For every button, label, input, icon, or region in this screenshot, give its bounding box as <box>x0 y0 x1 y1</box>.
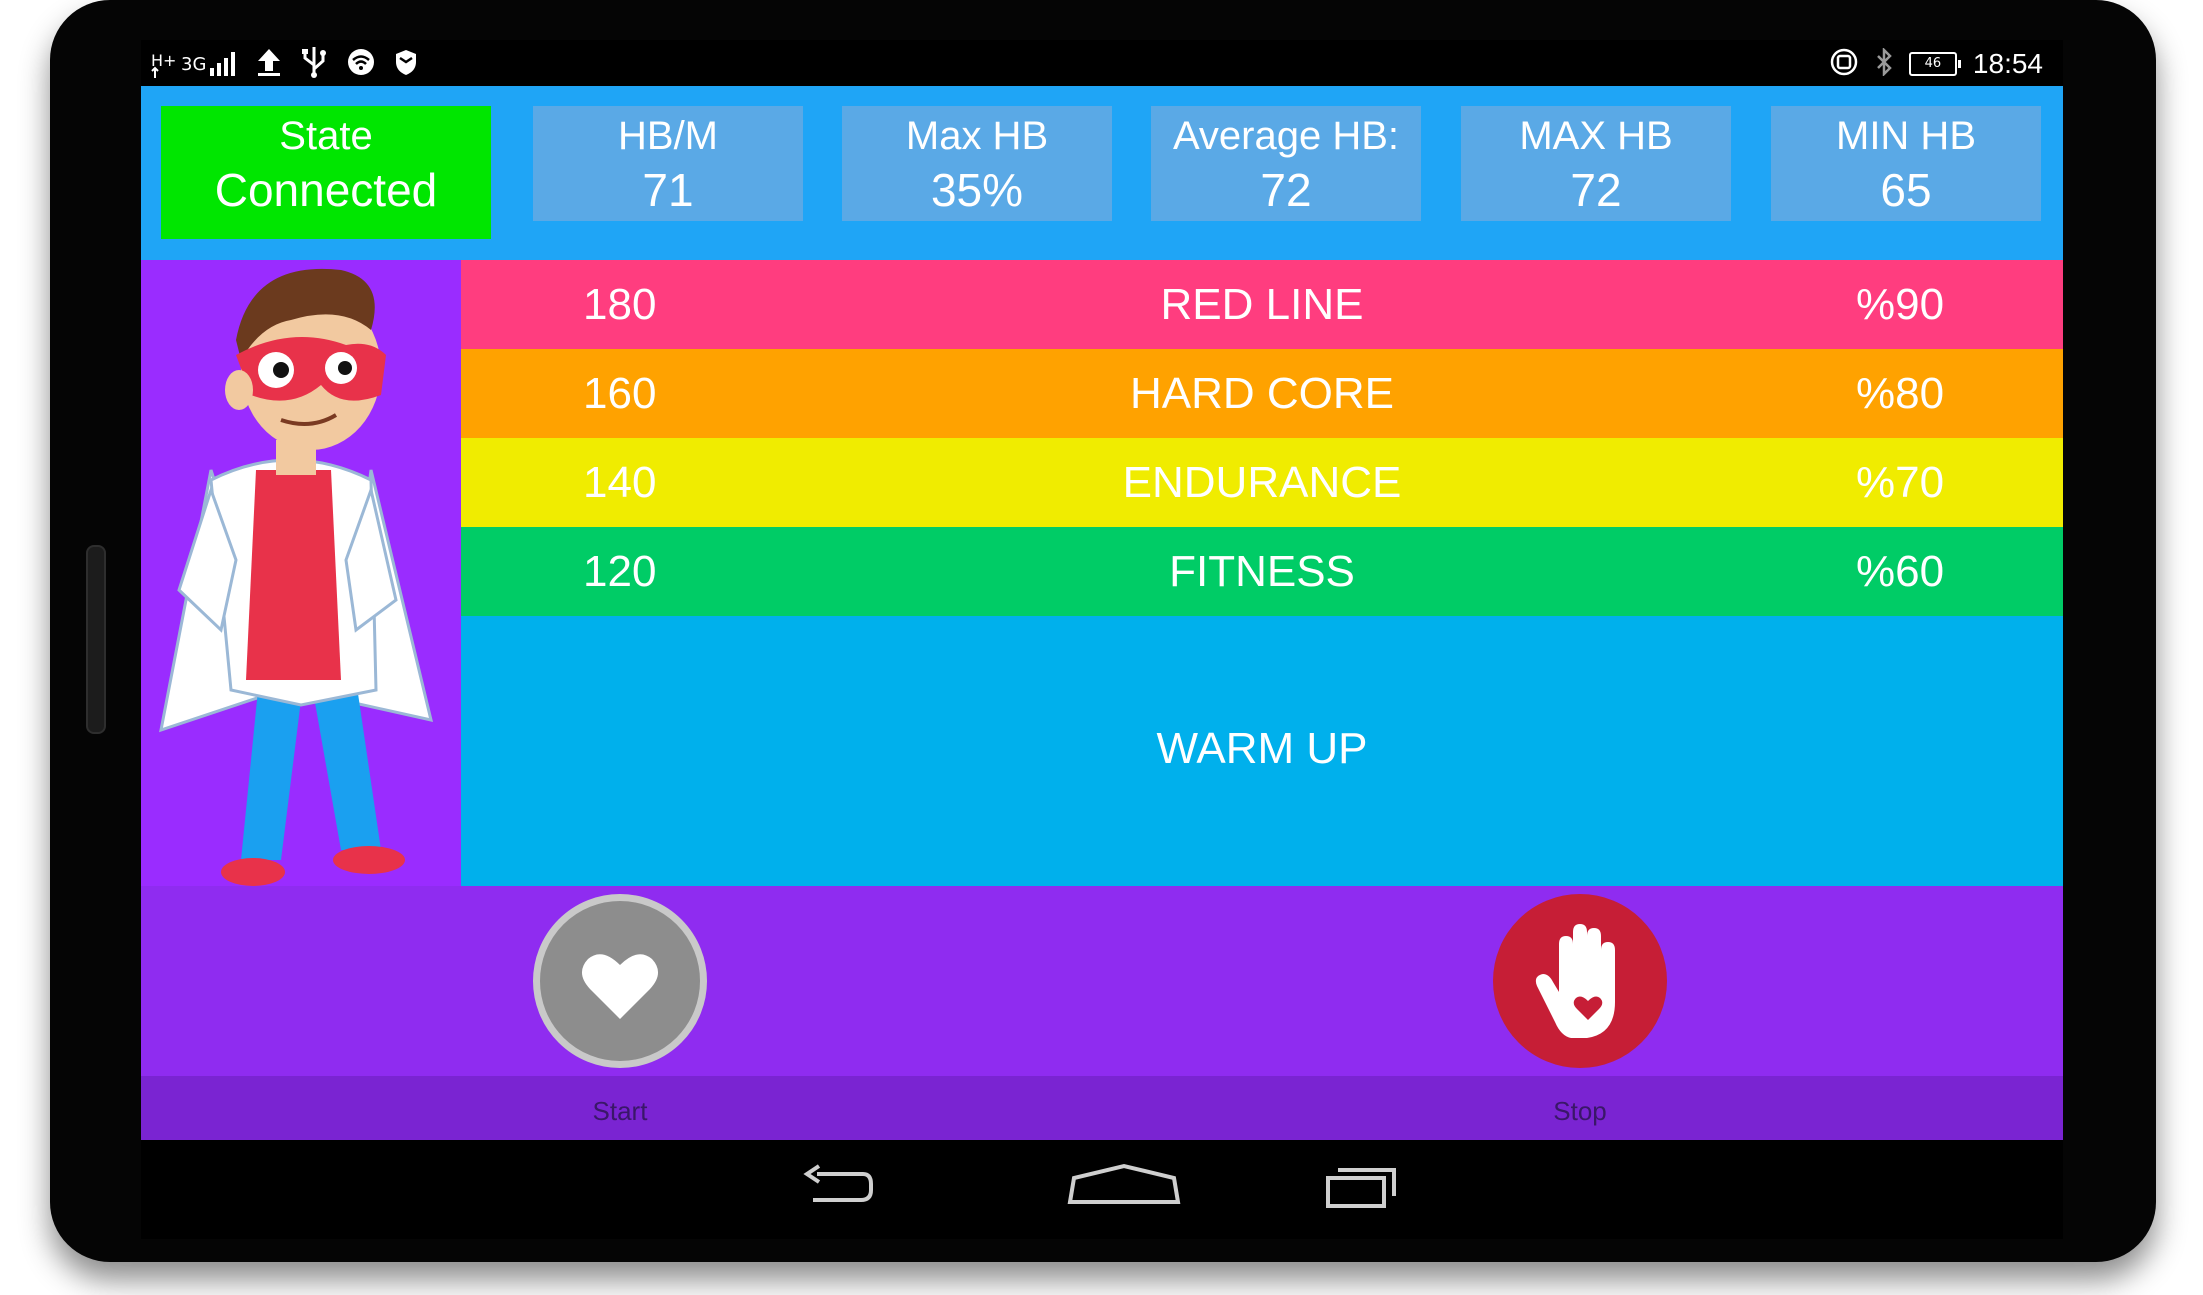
status-clock: 18:54 <box>1972 48 2043 79</box>
min-hb-tile: MIN HB 65 <box>1771 106 2041 221</box>
zone-name: ENDURANCE <box>1122 458 1402 507</box>
average-hb-value: 72 <box>1260 164 1312 216</box>
zone-name: FITNESS <box>1169 547 1355 596</box>
min-hb-label: MIN HB <box>1836 114 1976 158</box>
warm-up-label: WARM UP <box>1156 724 1368 773</box>
hbm-tile: HB/M 71 <box>533 106 803 221</box>
home-icon[interactable] <box>1066 1162 1182 1212</box>
max-hb-value: 72 <box>1570 164 1622 216</box>
wifi-icon <box>346 47 376 81</box>
stop-label: Stop <box>1553 1096 1607 1126</box>
zone-name: HARD CORE <box>1129 369 1395 418</box>
max-hb-percent-tile: Max HB 35% <box>842 106 1112 221</box>
start-label: Start <box>592 1096 648 1126</box>
back-icon[interactable] <box>803 1162 875 1212</box>
zone-percent: %80 <box>1856 369 1945 418</box>
shield-icon <box>394 48 418 80</box>
stop-button[interactable] <box>1493 894 1667 1068</box>
state-value: Connected <box>214 164 438 216</box>
heart-rate-app: State Connected HB/M 71 Max HB 35% Avera… <box>141 86 2063 1140</box>
device-screen: H+ 3G 46 18:54 State Connected HB/M 71 M… <box>141 40 2063 1239</box>
recent-apps-icon[interactable] <box>1324 1162 1400 1212</box>
status-bar: H+ 3G 46 18:54 <box>141 40 2063 86</box>
controls-bar: Start Stop <box>141 886 2063 1140</box>
hbm-value: 71 <box>642 164 694 216</box>
hbm-label: HB/M <box>618 114 718 158</box>
stats-header: State Connected HB/M 71 Max HB 35% Avera… <box>141 86 2063 260</box>
zone-red-line: 180 RED LINE %90 <box>461 260 2063 349</box>
average-hb-tile: Average HB: 72 <box>1151 106 1421 221</box>
zone-percent: %70 <box>1856 458 1945 507</box>
zone-name: RED LINE <box>1160 280 1364 329</box>
average-hb-label: Average HB: <box>1172 114 1400 158</box>
max-hb-percent-value: 35% <box>930 164 1024 216</box>
zone-fitness: 120 FITNESS %60 <box>461 527 2063 616</box>
network-type: 3G <box>181 53 207 75</box>
superhero-character-illustration <box>159 268 434 886</box>
status-left: H+ 3G <box>151 44 418 84</box>
zone-endurance: 140 ENDURANCE %70 <box>461 438 2063 527</box>
tablet-side-button <box>86 545 106 734</box>
zone-percent: %90 <box>1856 280 1945 329</box>
android-nav-bar <box>141 1140 2063 1239</box>
max-hb-label: MAX HB <box>1519 114 1673 158</box>
min-hb-value: 65 <box>1880 164 1932 216</box>
state-label: State <box>279 114 373 158</box>
max-hb-percent-label: Max HB <box>905 114 1049 158</box>
bluetooth-icon <box>1875 46 1893 80</box>
max-hb-tile: MAX HB 72 <box>1461 106 1731 221</box>
controls-label-strip <box>141 1076 2063 1140</box>
sync-icon <box>1829 47 1859 81</box>
signal-icon: H+ 3G <box>151 50 238 78</box>
battery-icon: 46 <box>1908 52 1961 76</box>
start-button[interactable] <box>533 894 707 1068</box>
heart-icon <box>581 954 659 1019</box>
zone-percent: %60 <box>1856 547 1945 596</box>
state-tile: State Connected <box>161 106 491 239</box>
stop-hand-heart-icon <box>1535 924 1615 1038</box>
zone-hard-core: 160 HARD CORE %80 <box>461 349 2063 438</box>
zone-warm-up: WARM UP <box>461 616 2063 886</box>
upload-icon <box>256 47 282 81</box>
status-right: 46 18:54 <box>1829 44 2043 84</box>
hero-panel <box>141 260 461 886</box>
usb-icon <box>300 45 328 83</box>
